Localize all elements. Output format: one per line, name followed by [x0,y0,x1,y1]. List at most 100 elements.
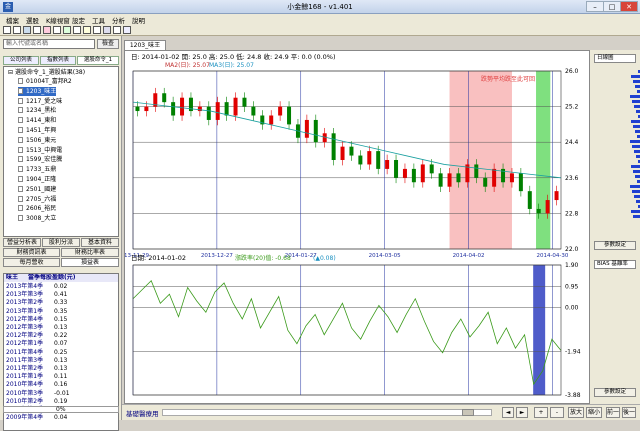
table-row[interactable]: 2012年第4季 0.15 [4,316,118,324]
tree-item-label: 1506_東元 [26,136,57,144]
candle [411,168,416,183]
filter-icon[interactable] [63,26,71,34]
scroll-thumb[interactable] [462,409,474,416]
tree-item[interactable]: 1513_中興電 [18,146,62,155]
table-row[interactable]: 2011年第4季 0.25 [4,349,118,357]
tree-item[interactable]: 1414_東和 [18,116,56,125]
table-row[interactable]: 2010年第4季 0.16 [4,381,118,389]
btn-dividend[interactable]: 股利分派 [42,238,80,247]
volume-bar [635,130,640,133]
tab-screen-cmd[interactable]: 選股命令_1 [77,56,119,65]
tree-item[interactable]: 3008_大立 [18,214,56,223]
indicator-select[interactable]: BIAS 基離率 [594,260,636,269]
row-quarter: 2012年第1季 [6,340,44,348]
doc-icon [18,117,23,124]
btn-basic-info[interactable]: 基本資料 [81,238,119,247]
chart-svg[interactable]: 22.022.823.624.425.226.02013-11-292013-1… [117,51,591,405]
tab-stock-chart[interactable]: 1203_味王 [124,40,166,50]
open-icon[interactable] [3,26,11,34]
tree-item[interactable]: 1599_宏佳騰 [18,155,62,164]
bias-chart: 1.90 0.95 0.00 -1.94 -3.88 日期: 2014-01-02 漲跌率(… [131,254,581,399]
shrink-button[interactable]: 縮小 [586,407,602,418]
btn-profit-analysis[interactable]: 營益分析表 [3,238,41,247]
save-icon[interactable] [13,26,21,34]
layout-icon[interactable] [23,26,31,34]
bias-line [132,280,562,386]
tab-index-list[interactable]: 指數列表 [40,56,76,65]
table-row[interactable]: 2009年第4季 0.04 [4,414,118,422]
tree-item[interactable]: 1506_東元 [18,136,56,145]
tree-item[interactable]: 1904_正隆 [18,175,56,184]
btn-financial-info[interactable]: 財務資訊表 [3,248,60,257]
table-row[interactable]: 2012年第1季 0.07 [4,340,118,348]
tree-item[interactable]: 1234_黑松 [18,106,56,115]
table-row[interactable]: 2011年第2季 0.13 [4,365,118,373]
candle [527,191,532,209]
table-row[interactable]: 2013年第1季 0.35 [4,308,118,316]
zoom-icon[interactable] [103,26,111,34]
tree-item[interactable]: 2501_國建 [18,185,56,194]
table-row[interactable]: 2012年第3季 0.13 [4,324,118,332]
volume-bar [631,165,640,168]
chart-icon[interactable] [73,26,81,34]
tree-item[interactable]: 1733_五鼎 [18,165,56,174]
table-row[interactable]: 2013年第3季 0.41 [4,291,118,299]
maximize-button[interactable]: □ [603,1,621,12]
window-title: 小金鲸168 - v1.401 [287,3,353,11]
table-row[interactable]: 2013年第2季 0.33 [4,299,118,307]
tree-item[interactable]: 01004T_富邦R2 [18,77,72,86]
candle [545,200,550,214]
nav-next-button[interactable]: ► [516,407,528,418]
btn-financial-ratio[interactable]: 財務比率表 [61,248,119,257]
doc-icon [18,166,23,173]
minimize-button[interactable]: – [586,1,604,12]
table-row[interactable]: 2011年第3季 0.13 [4,356,118,365]
candle [233,97,238,116]
enlarge-button[interactable]: 放大 [568,407,584,418]
tree-item[interactable]: 2606_裕民 [18,204,56,213]
row-quarter: 2011年第2季 [6,365,44,372]
y-tick-label: 26.0 [565,68,579,75]
tab-company-list[interactable]: 公司列表 [3,56,39,65]
tree-item[interactable]: 1451_年興 [18,126,56,135]
star-icon[interactable] [83,26,91,34]
btn-income-statement[interactable]: 損益表 [61,258,119,267]
nav-prev-button[interactable]: ◄ [502,407,514,418]
kline-icon[interactable] [43,26,51,34]
volume-bar [631,120,640,123]
row-eps: 0.13 [54,356,68,364]
volume-bar [631,210,640,213]
scroll-track[interactable] [162,409,492,416]
x-tick-label: 2014-03-05 [369,253,401,259]
param-settings-button-2[interactable]: 參數設定 [594,388,636,397]
table-row[interactable]: 2013年第4季 0.02 [4,283,118,291]
zoom-in-button[interactable]: + [534,407,548,418]
list-icon[interactable] [53,26,61,34]
sub-frame [132,264,562,396]
candle [420,164,425,183]
table-row[interactable]: 2010年第2季 0.19 [4,398,118,406]
tree-item[interactable]: 1203_味王 [18,86,57,96]
grid-icon[interactable] [33,26,41,34]
print-icon[interactable] [93,26,101,34]
close-button[interactable]: ✕ [620,1,638,12]
zoom-out-button[interactable]: - [550,407,564,418]
prev-button[interactable]: 前一 [606,407,620,418]
help-icon[interactable] [123,26,131,34]
period-select[interactable]: 日線圖 [594,54,636,63]
settings-icon[interactable] [113,26,121,34]
search-button[interactable]: 檢查 [97,39,119,49]
search-input[interactable]: 輸入代號或名稱 [3,39,95,49]
candle [509,173,514,183]
tree-root[interactable]: ⊟ 選股命令_1_選股結果(38) [8,68,85,77]
table-row[interactable]: 2012年第2季 0.22 [4,332,118,340]
btn-monthly-revenue[interactable]: 每月營收 [3,258,60,267]
tree-item[interactable]: 1217_愛之味 [18,97,62,106]
candle [429,164,434,174]
next-button[interactable]: 後一 [622,407,636,418]
tree-item[interactable]: 2705_六福 [18,195,56,204]
volume-bar [634,195,640,198]
table-row[interactable]: 2011年第1季 0.11 [4,373,118,381]
table-row[interactable]: 2010年第3季 -0.01 [4,390,118,398]
param-settings-button[interactable]: 參數設定 [594,241,636,250]
